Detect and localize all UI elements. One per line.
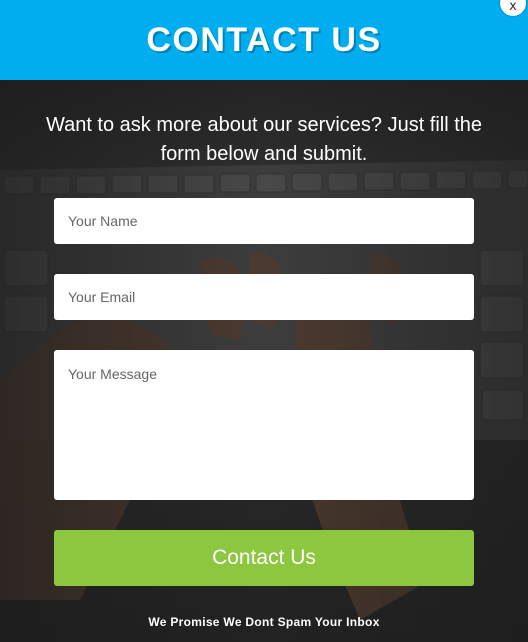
no-spam-notice: We Promise We Dont Spam Your Inbox — [148, 615, 380, 629]
modal-header: CONTACT US — [0, 0, 528, 80]
close-icon: x — [509, 0, 517, 14]
modal-title: CONTACT US — [146, 20, 382, 59]
contact-us-button[interactable]: Contact Us — [54, 530, 474, 586]
intro-text: Want to ask more about our services? Jus… — [45, 114, 483, 165]
name-input[interactable] — [54, 198, 474, 244]
modal-body: Want to ask more about our services? Jus… — [0, 80, 528, 642]
contact-modal: CONTACT US x Want to ask more about our … — [0, 0, 528, 642]
message-textarea[interactable] — [54, 350, 474, 500]
email-input[interactable] — [54, 274, 474, 320]
